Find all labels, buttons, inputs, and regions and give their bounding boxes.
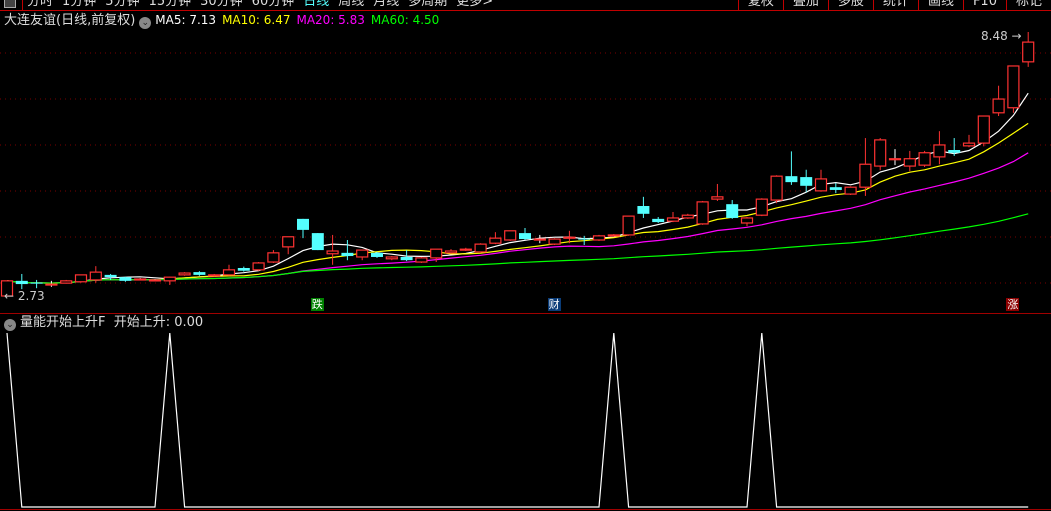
candle-body-up [134,278,147,281]
candle-body-up [430,248,443,259]
ma5-line [6,92,1029,284]
candle-body-down [237,267,250,271]
candle-body-down [652,218,665,223]
candle-body-down [578,238,591,240]
signal-marker: 财 [547,298,561,311]
candle-body-up [74,274,88,283]
indicator-header: ⌄ 量能开始上升F 开始上升: 0.00 [4,315,203,331]
candle-body-down [104,274,117,278]
candle-body-up [770,175,783,201]
candle-body-up [459,248,472,251]
candle-body-down [637,206,650,214]
candle-body-up [740,217,754,224]
candle-body-up [45,283,58,286]
candle-body-up [563,236,576,239]
candle-body-down [119,277,132,281]
chevron-down-icon[interactable]: ⌄ [4,319,16,331]
candle-body-up [444,250,458,254]
candle-body-down [726,204,739,218]
candle-body-up [222,269,236,276]
candle-body-up [326,250,339,255]
candle-body-down [948,149,961,153]
candle-body-down [829,187,842,190]
candle-body-up [282,236,295,248]
candle-body-up [977,115,990,144]
candle-body-down [297,218,309,230]
ma20-line [6,152,1029,284]
candle-body-up [474,243,487,253]
candle-body-down [800,177,813,186]
candle-body-up [844,186,857,195]
candle-body-up [208,274,221,277]
candle-body-up [992,98,1005,114]
candle-body-down [371,252,383,257]
candle-body-up [696,201,709,225]
candle-body-down [15,280,28,285]
candle-body-up [711,196,724,200]
indicator-name: 量能开始上升F [20,315,106,330]
low-price-label: ← 2.73 [4,289,45,303]
candle-body-up [385,256,398,260]
candle-body-up [755,198,768,216]
candle-body-up [592,235,606,241]
candle-body-up [681,214,694,219]
candle-body-down [785,176,798,183]
candle-body-up [903,158,916,167]
candle-body-down [311,233,324,251]
candle-body-up [504,230,517,241]
candle-body-up [888,158,902,161]
candle-body-up [415,257,428,263]
candle-body-up [1007,65,1020,109]
candle-body-up [859,163,872,188]
candle-body-up [163,276,176,282]
candle-body-up [60,280,73,284]
candle-body-up [666,217,680,222]
candle-body-up [148,279,162,282]
candle-body-up [874,139,887,167]
arrow-right-icon: → [1011,29,1022,43]
candle-body-up [962,142,976,147]
candle-body-down [400,256,413,261]
candle-body-up [89,271,102,281]
low-price-value: 2.73 [17,289,45,303]
signal-marker: 涨 [1006,298,1020,311]
panel-divider [0,313,1051,314]
arrow-left-icon: ← [4,289,15,303]
candle-body-up [1022,41,1035,63]
indicator-value: 开始上升: 0.00 [113,315,204,330]
indicator-line [6,332,1029,508]
candle-body-down [30,282,43,284]
candle-body-up [489,237,502,244]
signal-marker: 跌 [310,298,324,311]
candle-body-up [918,152,931,166]
candle-body-up [548,238,561,245]
candle-body-up [607,234,620,237]
candle-body-up [252,262,265,271]
candle-body-up [356,249,369,258]
high-price-value: 8.48 [981,29,1008,43]
candle-body-up [814,178,828,192]
high-price-label: 8.48 → [981,29,1022,43]
candle-body-down [193,272,206,275]
candle-body-down [341,252,354,257]
candle-body-up [622,215,635,236]
bottom-border [0,509,1051,510]
candle-body-down [519,233,531,240]
candle-body-up [533,238,546,241]
kline-chart[interactable] [0,0,1051,511]
candle-body-up [933,144,946,158]
candle-body-up [267,252,280,263]
candle-body-up [178,272,191,276]
